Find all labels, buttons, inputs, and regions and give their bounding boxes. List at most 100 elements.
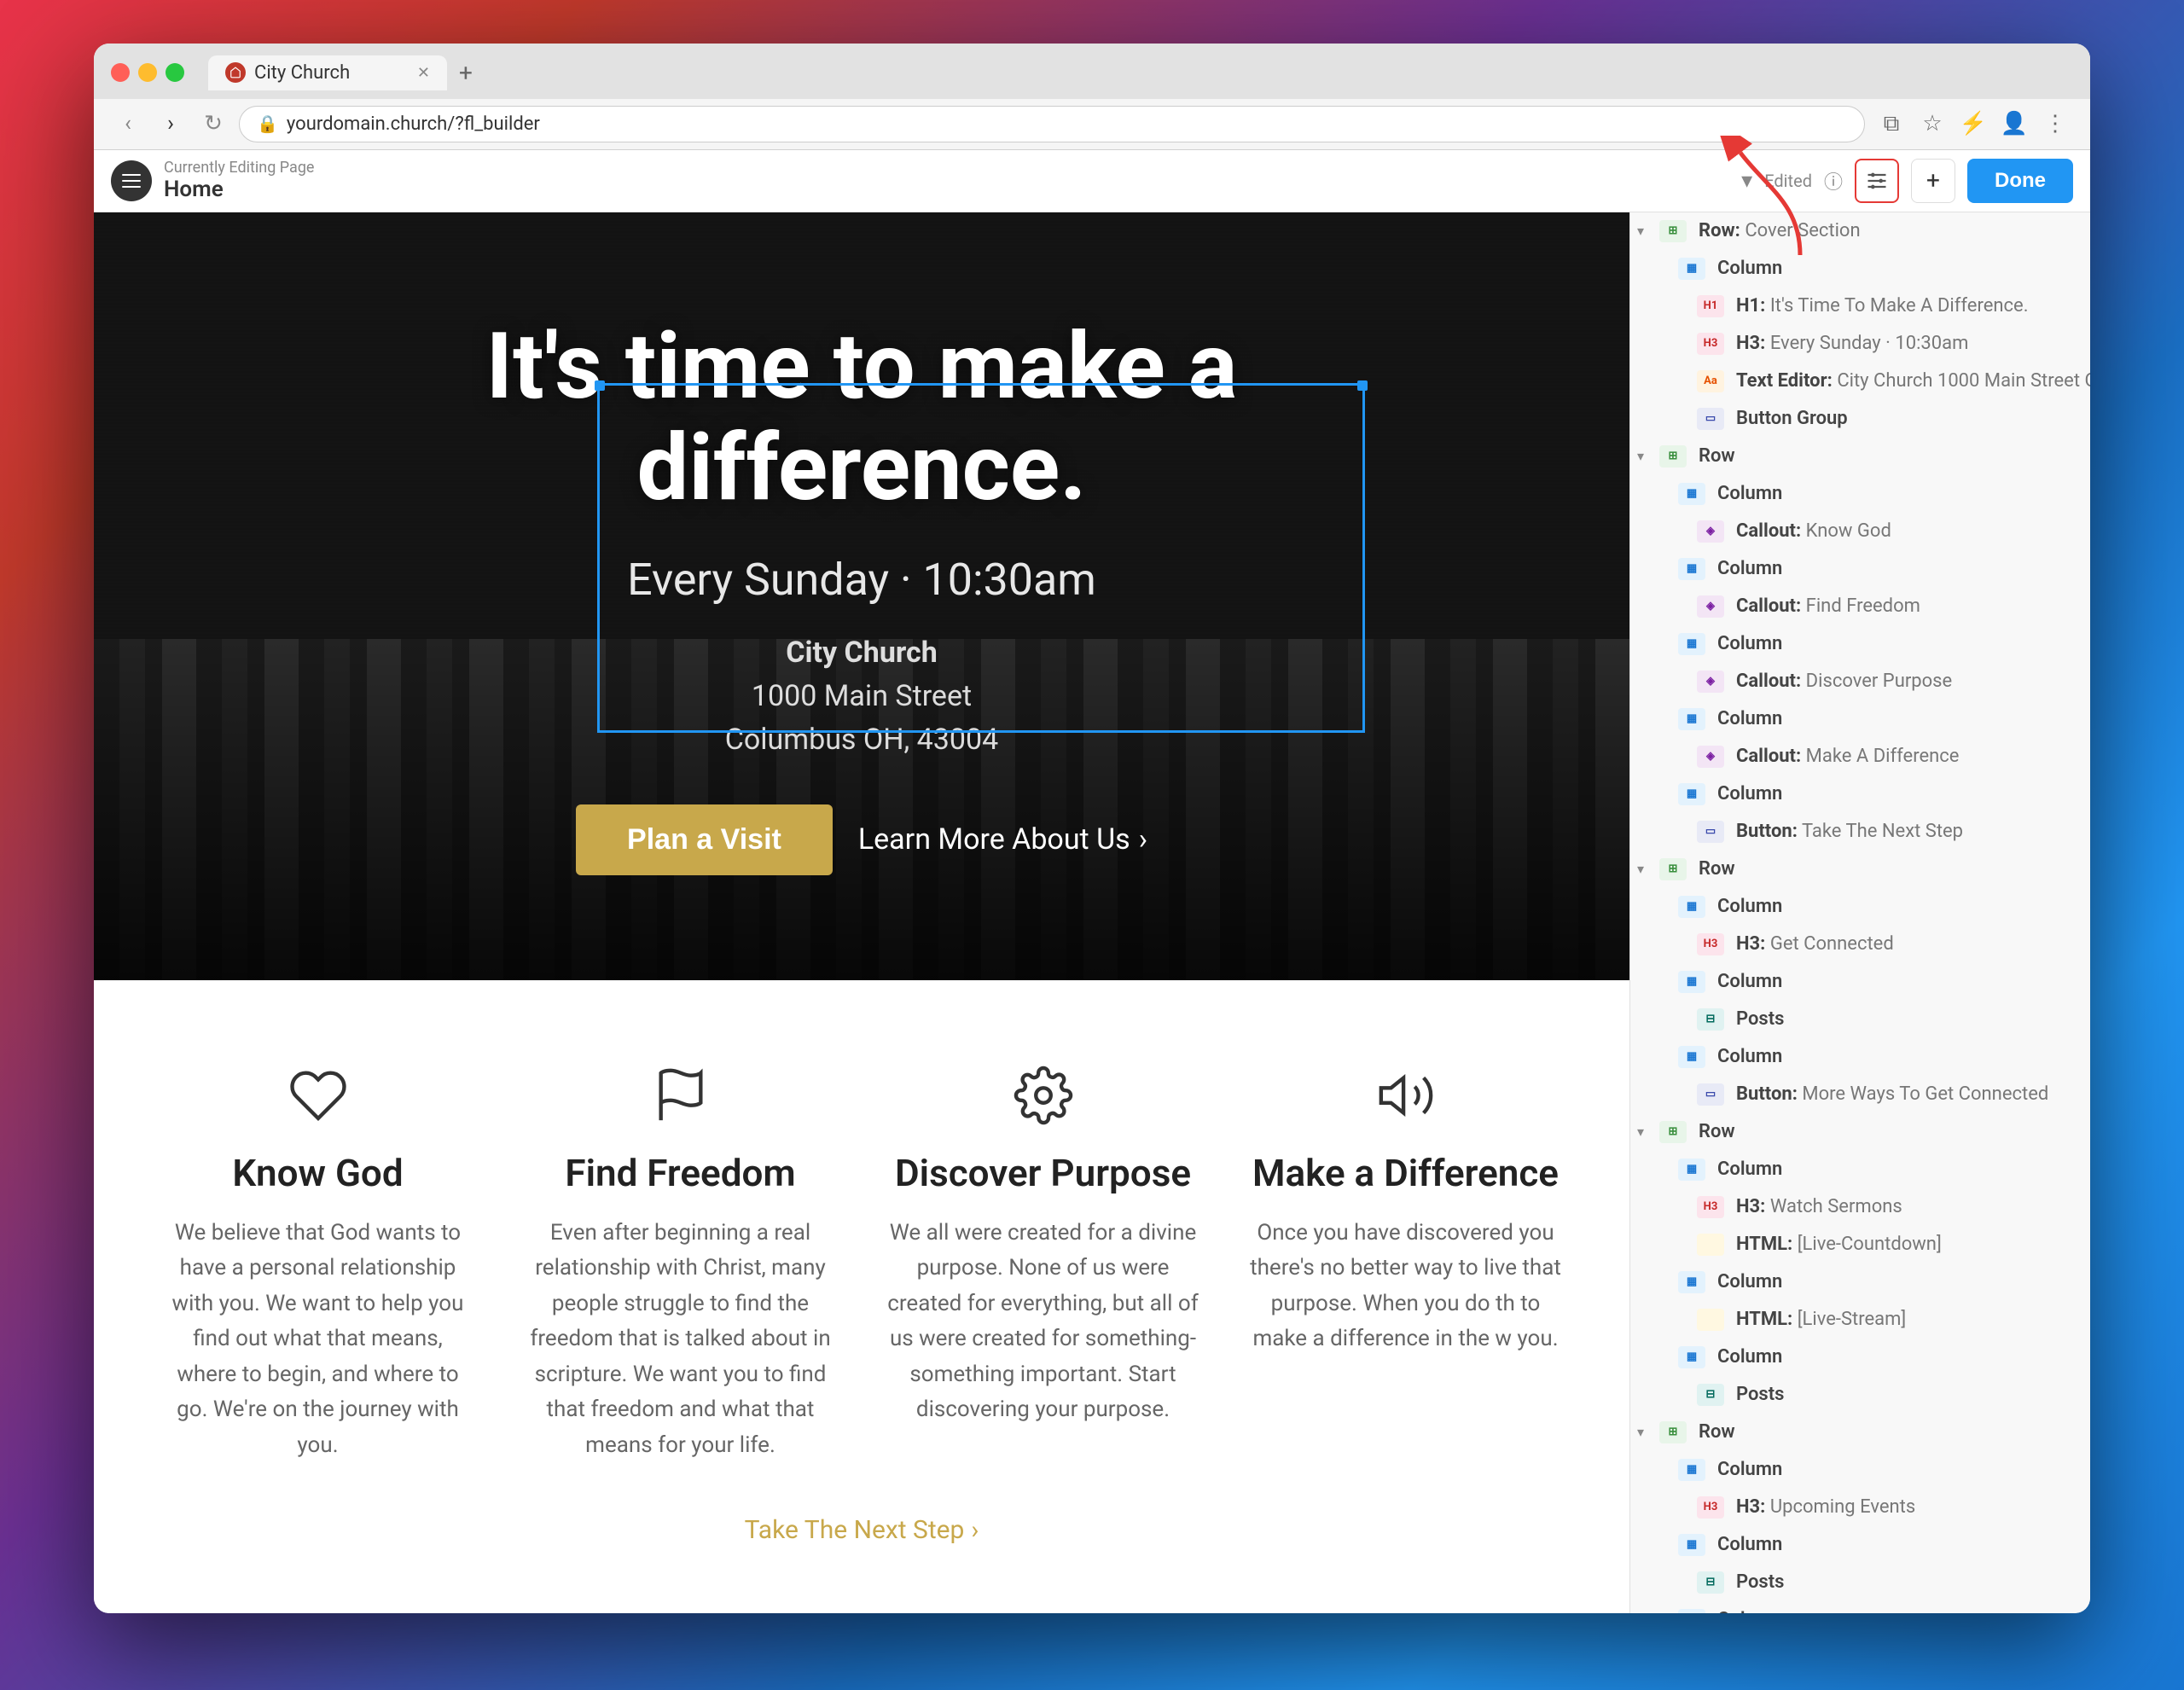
tree-item[interactable]: ▦Column (1630, 475, 2090, 513)
hamburger-menu-button[interactable] (111, 160, 152, 201)
close-traffic-light[interactable] (111, 63, 130, 82)
tree-item[interactable]: ◈Callout: Know God (1630, 513, 2090, 550)
tree-item-type: Column (1717, 708, 1782, 729)
minimize-traffic-light[interactable] (138, 63, 157, 82)
tree-item[interactable]: H3H3: Upcoming Events (1630, 1489, 2090, 1526)
tree-item[interactable]: ▦Column (1630, 250, 2090, 287)
tree-item-type: Posts (1736, 1571, 1784, 1593)
editor-bar: Currently Editing Page Home ▾ Edited ⓘ (94, 150, 2090, 212)
tree-item-icon: ⊞ (1659, 220, 1687, 242)
tree-item[interactable]: ▾⊞Row: Cover Section (1630, 212, 2090, 250)
discover-purpose-title: Discover Purpose (887, 1151, 1199, 1195)
tab-close-button[interactable]: ✕ (417, 64, 430, 82)
tab-title: City Church (254, 62, 350, 84)
tree-item[interactable]: ⊟Posts (1630, 1376, 2090, 1414)
refresh-button[interactable]: ↻ (196, 107, 230, 141)
tree-item-type: Row (1699, 858, 1735, 880)
features-grid: Know God We believe that God wants to ha… (162, 1066, 1561, 1464)
tree-item[interactable]: ▦Column (1630, 775, 2090, 813)
tree-item[interactable]: ▦Column (1630, 625, 2090, 663)
tree-item[interactable]: ⊟Posts (1630, 1001, 2090, 1038)
tree-item-icon: ▦ (1678, 783, 1705, 805)
maximize-traffic-light[interactable] (166, 63, 184, 82)
tree-item[interactable]: ▾⊞Row (1630, 438, 2090, 475)
info-button[interactable]: ⓘ (1824, 167, 1843, 195)
tree-item-icon: ▦ (1678, 1459, 1705, 1481)
external-link-button[interactable]: ⧉ (1873, 106, 1909, 142)
tree-item[interactable]: H3H3: Every Sunday · 10:30am (1630, 325, 2090, 363)
tree-item[interactable]: H1H1: It's Time To Make A Difference. (1630, 287, 2090, 325)
tree-item[interactable]: HTML: [Live-Countdown] (1630, 1226, 2090, 1263)
address-line2: Columbus OH, 43004 (725, 723, 998, 757)
tree-item[interactable]: ▦ Column (1630, 1451, 2090, 1489)
tree-item-type: Column (1717, 558, 1782, 579)
tree-item[interactable]: ▾⊞Row (1630, 1414, 2090, 1451)
tree-item[interactable]: HTML: [Live-Stream] (1630, 1301, 2090, 1339)
tree-item[interactable]: ▭ Button: Take The Next Step (1630, 813, 2090, 851)
tree-item-icon (1697, 1234, 1724, 1256)
tree-item[interactable]: ◈Callout: Find Freedom (1630, 588, 2090, 625)
nav-actions: ⧉ ☆ ⚡ 👤 ⋮ (1873, 106, 2073, 142)
new-tab-button[interactable]: + (450, 57, 481, 88)
tree-item[interactable]: ▾⊞Row (1630, 851, 2090, 888)
page-dropdown-button[interactable]: ▾ (1741, 168, 1752, 194)
tree-item-icon: H3 (1697, 933, 1724, 955)
forward-button[interactable]: › (154, 107, 188, 141)
tree-item[interactable]: ▭Button: More Ways To Get Connected (1630, 1076, 2090, 1113)
bookmark-button[interactable]: ☆ (1914, 106, 1950, 142)
tree-item[interactable]: ▦Column (1630, 700, 2090, 738)
tree-item[interactable]: ⊟ Posts (1630, 1564, 2090, 1601)
tree-item[interactable]: ▭Button Group (1630, 400, 2090, 438)
add-element-button[interactable]: + (1911, 159, 1955, 203)
tree-item-type: Posts (1736, 1384, 1784, 1405)
tree-item[interactable]: ▦Column (1630, 1151, 2090, 1188)
tree-item[interactable]: ◈Callout: Make A Difference (1630, 738, 2090, 775)
address-bar[interactable]: 🔒 yourdomain.church/?fl_builder (239, 106, 1865, 142)
tree-item-type: H3: Watch Sermons (1736, 1196, 1902, 1217)
profile-button[interactable]: 👤 (1996, 106, 2032, 142)
back-button[interactable]: ‹ (111, 107, 145, 141)
tree-item-type: Row: Cover Section (1699, 220, 1861, 241)
tree-item[interactable]: ▦Column (1630, 1339, 2090, 1376)
tree-item[interactable]: ▦Column (1630, 1601, 2090, 1613)
tree-item-icon: ⊞ (1659, 445, 1687, 468)
done-button[interactable]: Done (1967, 159, 2073, 203)
page-content: It's time to make a difference. Every Su… (94, 212, 1629, 1613)
tree-item[interactable]: ▦Column (1630, 1038, 2090, 1076)
tree-item-icon: ▭ (1697, 821, 1724, 843)
active-tab[interactable]: City Church ✕ (208, 55, 447, 90)
browser-menu-button[interactable]: ⋮ (2037, 106, 2073, 142)
plan-visit-button[interactable]: Plan a Visit (576, 804, 833, 875)
learn-more-button[interactable]: Learn More About Us › (858, 822, 1147, 857)
tree-item[interactable]: ▦Column (1630, 963, 2090, 1001)
element-tree-panel: ▾⊞Row: Cover Section▦ColumnH1H1: It's Ti… (1629, 212, 2090, 1613)
hero-section: It's time to make a difference. Every Su… (94, 212, 1629, 980)
tree-item-type: Callout: Make A Difference (1736, 746, 1959, 767)
learn-more-text: Learn More About Us (858, 822, 1130, 857)
tree-item-icon: ▦ (1678, 558, 1705, 580)
tree-item-type: Column (1717, 1159, 1782, 1180)
feature-find-freedom: Find Freedom Even after beginning a real… (525, 1066, 836, 1464)
tree-item-icon: ⊟ (1697, 1571, 1724, 1594)
tree-item[interactable]: ▦Column (1630, 888, 2090, 926)
tree-item[interactable]: ▦ Column (1630, 550, 2090, 588)
tree-item[interactable]: H3H3: Get Connected (1630, 926, 2090, 963)
extension-button[interactable]: ⚡ (1955, 106, 1991, 142)
tree-item-type: Column (1717, 1459, 1782, 1480)
tree-item-type: Button: Take The Next Step (1736, 821, 1963, 842)
tree-item-type: Row (1699, 445, 1735, 467)
feature-know-god: Know God We believe that God wants to ha… (162, 1066, 473, 1464)
know-god-title: Know God (162, 1151, 473, 1195)
tree-item-icon: H1 (1697, 295, 1724, 317)
tree-item[interactable]: ▦Column (1630, 1526, 2090, 1564)
tree-item-type: Callout: Know God (1736, 520, 1891, 542)
settings-panel-button[interactable] (1855, 159, 1899, 203)
tree-item[interactable]: ◈Callout: Discover Purpose (1630, 663, 2090, 700)
tab-favicon (225, 62, 246, 83)
tree-item-icon: Aa (1697, 370, 1724, 392)
tree-item[interactable]: AaText Editor: City Church 1000 Main Str… (1630, 363, 2090, 400)
tree-item[interactable]: ▾⊞Row (1630, 1113, 2090, 1151)
take-next-step-button[interactable]: Take The Next Step › (162, 1515, 1561, 1545)
tree-item[interactable]: ▦Column (1630, 1263, 2090, 1301)
tree-item[interactable]: H3H3: Watch Sermons (1630, 1188, 2090, 1226)
